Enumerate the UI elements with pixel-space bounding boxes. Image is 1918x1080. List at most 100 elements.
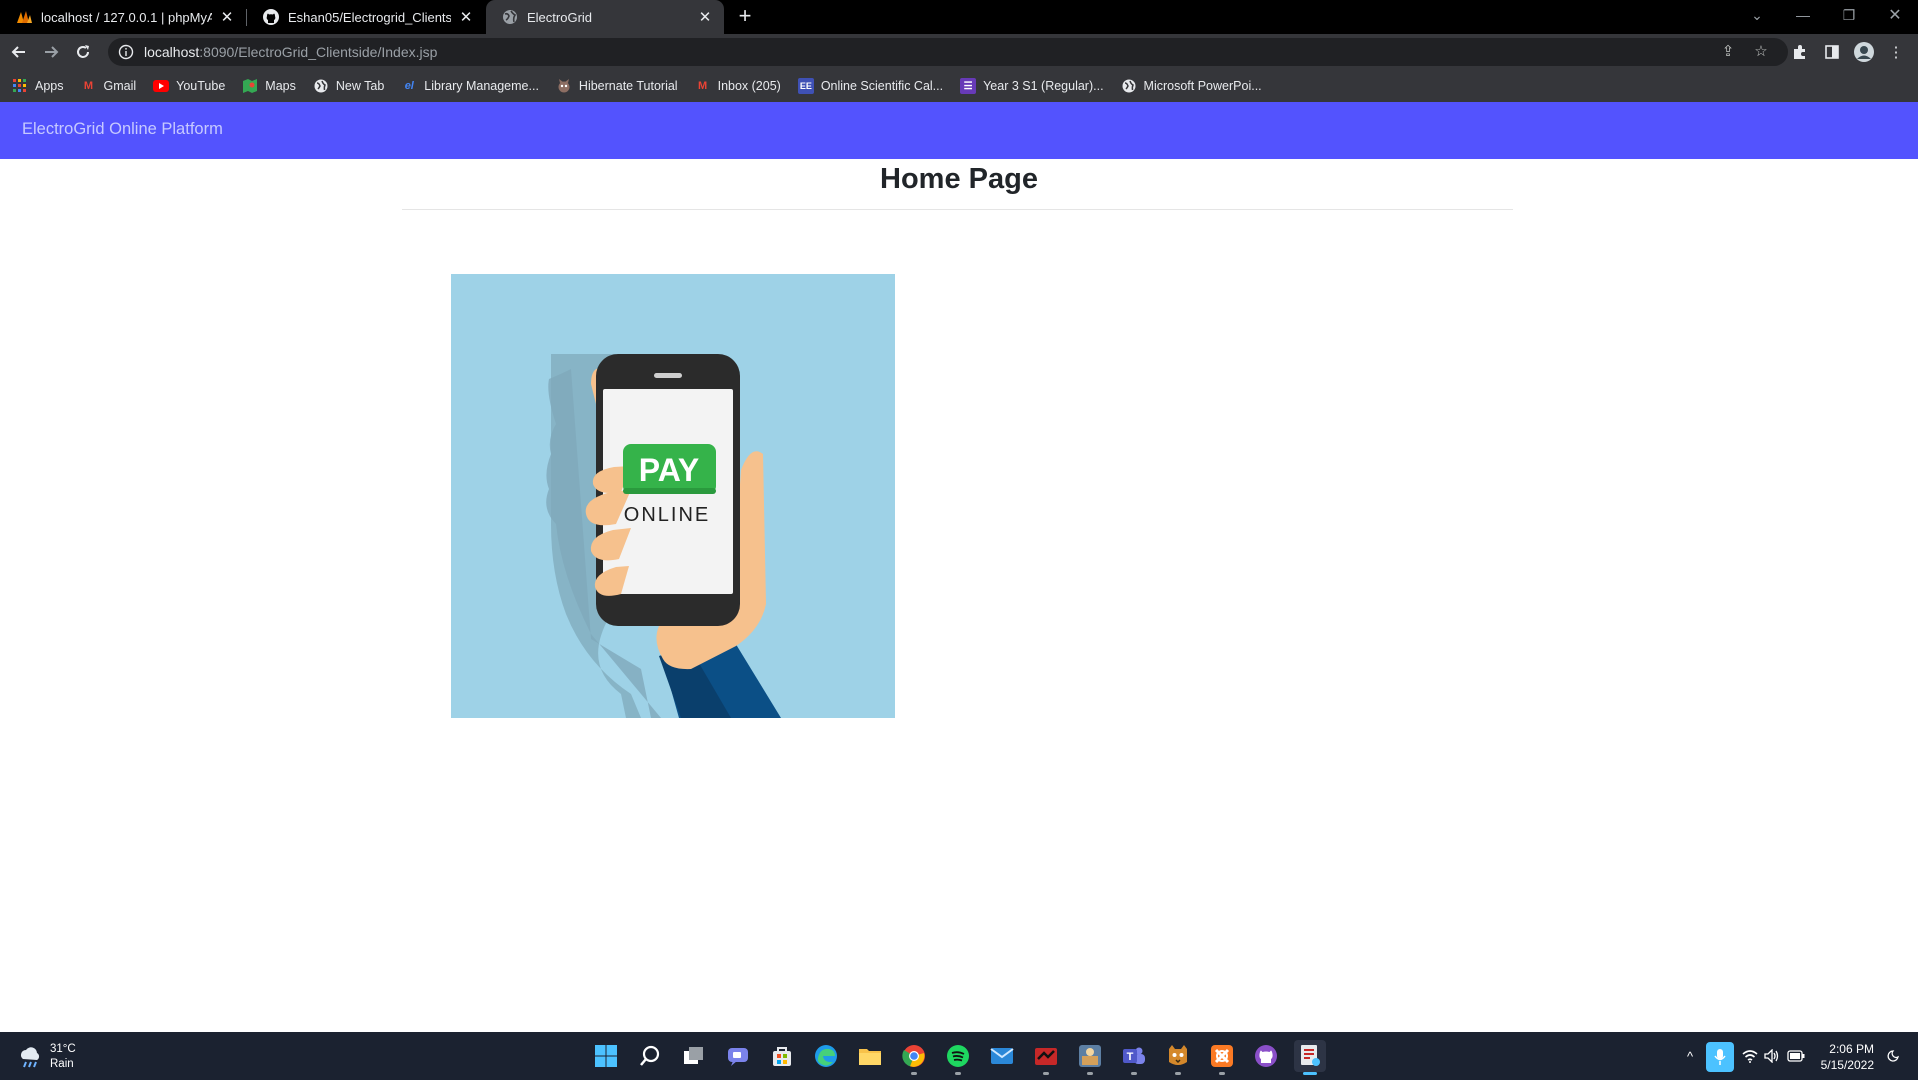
share-icon[interactable]: ⇪	[1719, 42, 1737, 60]
spotify-app[interactable]	[942, 1040, 974, 1075]
new-tab-button[interactable]: +	[732, 5, 758, 29]
mail-app[interactable]	[986, 1040, 1018, 1072]
close-tab-icon[interactable]: ✕	[218, 8, 236, 26]
side-panel-icon[interactable]	[1822, 42, 1842, 62]
bookmark-library[interactable]: el Library Manageme...	[401, 78, 539, 94]
active-indicator	[1303, 1072, 1317, 1075]
forward-arrow-icon	[45, 46, 59, 58]
task-view-icon	[684, 1047, 703, 1064]
running-indicator	[1175, 1072, 1181, 1075]
reload-button[interactable]	[70, 39, 96, 65]
bookmark-apps[interactable]: Apps	[12, 78, 64, 94]
pay-label: PAY	[639, 452, 699, 488]
game-icon	[1079, 1045, 1101, 1067]
navbar-brand[interactable]: ElectroGrid Online Platform	[22, 120, 223, 139]
github-desktop-app[interactable]	[1250, 1040, 1282, 1072]
show-hidden-icons-icon[interactable]: ^	[1680, 1046, 1700, 1066]
tab-electrogrid[interactable]: ElectroGrid ✕	[486, 0, 724, 34]
tab-search-icon[interactable]: ⌄	[1734, 0, 1780, 30]
running-indicator	[1043, 1072, 1049, 1075]
close-tab-icon[interactable]: ✕	[696, 8, 714, 26]
red-app[interactable]	[1030, 1040, 1062, 1075]
tab-title: Eshan05/Electrogrid_Clientside	[288, 9, 451, 25]
calculator-icon: EE	[797, 78, 814, 94]
bookmark-new-tab[interactable]: New Tab	[313, 78, 384, 94]
youtube-icon	[153, 78, 170, 94]
spotify-icon	[947, 1045, 969, 1067]
bookmark-year3[interactable]: ☰ Year 3 S1 (Regular)...	[960, 78, 1104, 94]
clock-time: 2:06 PM	[1829, 1042, 1874, 1056]
rain-cloud-icon	[20, 1047, 40, 1068]
profile-avatar[interactable]	[1854, 42, 1874, 62]
teams-chat-app[interactable]	[722, 1040, 754, 1072]
bookmark-label: New Tab	[335, 79, 385, 93]
bookmark-star-icon[interactable]: ☆	[1752, 42, 1770, 60]
bookmark-inbox[interactable]: M Inbox (205)	[695, 78, 781, 94]
running-indicator	[1087, 1072, 1093, 1075]
tab-github[interactable]: Eshan05/Electrogrid_Clientside ✕	[247, 0, 485, 34]
close-tab-icon[interactable]: ✕	[457, 8, 475, 26]
file-explorer-app[interactable]	[854, 1040, 886, 1072]
restore-button[interactable]: ❐	[1826, 0, 1872, 30]
bookmark-calculator[interactable]: EE Online Scientific Cal...	[797, 78, 944, 94]
microphone-icon[interactable]	[1706, 1042, 1734, 1072]
bookmark-gmail[interactable]: M Gmail	[81, 78, 136, 94]
bookmark-maps[interactable]: Maps	[242, 78, 296, 94]
wifi-icon[interactable]	[1740, 1046, 1760, 1066]
notifications-icon[interactable]	[1884, 1046, 1904, 1066]
store-app[interactable]	[766, 1040, 798, 1072]
gmail-icon: M	[83, 80, 94, 92]
battery-icon[interactable]	[1786, 1046, 1806, 1066]
hibernate-icon	[556, 78, 572, 94]
bookmark-youtube[interactable]: YouTube	[153, 78, 225, 94]
back-button[interactable]	[6, 39, 32, 65]
tomcat-app[interactable]	[1162, 1040, 1194, 1075]
browser-toolbar: localhost:8090/ElectroGrid_Clientside/In…	[0, 34, 1918, 70]
tab-phpmyadmin[interactable]: localhost / 127.0.0.1 | phpMyAdmin ✕	[0, 0, 246, 34]
menu-icon[interactable]: ⋮	[1886, 42, 1906, 62]
list-icon: ☰	[960, 78, 977, 94]
globe-icon	[313, 78, 329, 94]
bookmark-label: Library Manageme...	[424, 79, 539, 93]
bookmark-label: Online Scientific Cal...	[820, 79, 944, 93]
tab-title: localhost / 127.0.0.1 | phpMyAdmin	[41, 9, 212, 25]
start-button[interactable]	[590, 1040, 622, 1072]
forward-button[interactable]	[38, 39, 64, 65]
eclipse-icon	[1301, 1045, 1320, 1066]
app-icon	[1035, 1048, 1057, 1065]
page-title: Home Page	[880, 163, 1038, 195]
volume-icon[interactable]	[1762, 1046, 1782, 1066]
teams-icon: T	[1123, 1047, 1145, 1064]
running-indicator	[1219, 1072, 1225, 1075]
edge-app[interactable]	[810, 1040, 842, 1072]
extensions-icon[interactable]	[1790, 42, 1810, 62]
bookmark-label: Inbox (205)	[717, 79, 781, 93]
bookmark-label: Apps	[35, 79, 64, 93]
bookmark-label: YouTube	[176, 79, 226, 93]
eclipse-app[interactable]	[1294, 1040, 1326, 1075]
library-icon: el	[404, 80, 414, 92]
github-icon	[263, 9, 279, 25]
bookmark-hibernate[interactable]: Hibernate Tutorial	[556, 78, 678, 94]
chat-icon	[728, 1048, 748, 1066]
globe-icon	[1121, 78, 1137, 94]
teams-app[interactable]: T	[1118, 1040, 1150, 1075]
url-path: :8090/ElectroGrid_Clientside/Index.jsp	[199, 44, 438, 60]
bookmark-powerpoint[interactable]: Microsoft PowerPoi...	[1121, 78, 1262, 94]
address-bar[interactable]: localhost:8090/ElectroGrid_Clientside/In…	[108, 38, 1788, 66]
chrome-app[interactable]	[898, 1040, 930, 1075]
mail-icon	[990, 1048, 1014, 1064]
minimize-button[interactable]: —	[1780, 0, 1826, 30]
site-info-icon[interactable]	[118, 44, 134, 60]
web-page: ElectroGrid Online Platform Home Page PA…	[0, 102, 1918, 1032]
task-view-button[interactable]	[678, 1040, 710, 1072]
game-app[interactable]	[1074, 1040, 1106, 1075]
bookmark-label: Hibernate Tutorial	[578, 79, 678, 93]
xampp-app[interactable]	[1206, 1040, 1238, 1075]
clock[interactable]: 2:06 PM 5/15/2022	[1821, 1041, 1874, 1073]
phpmyadmin-icon	[16, 9, 32, 25]
search-button[interactable]	[634, 1040, 666, 1072]
weather-widget[interactable]: 31°C Rain	[18, 1042, 76, 1072]
close-window-button[interactable]: ✕	[1872, 0, 1918, 30]
navbar: ElectroGrid Online Platform	[0, 102, 1918, 159]
